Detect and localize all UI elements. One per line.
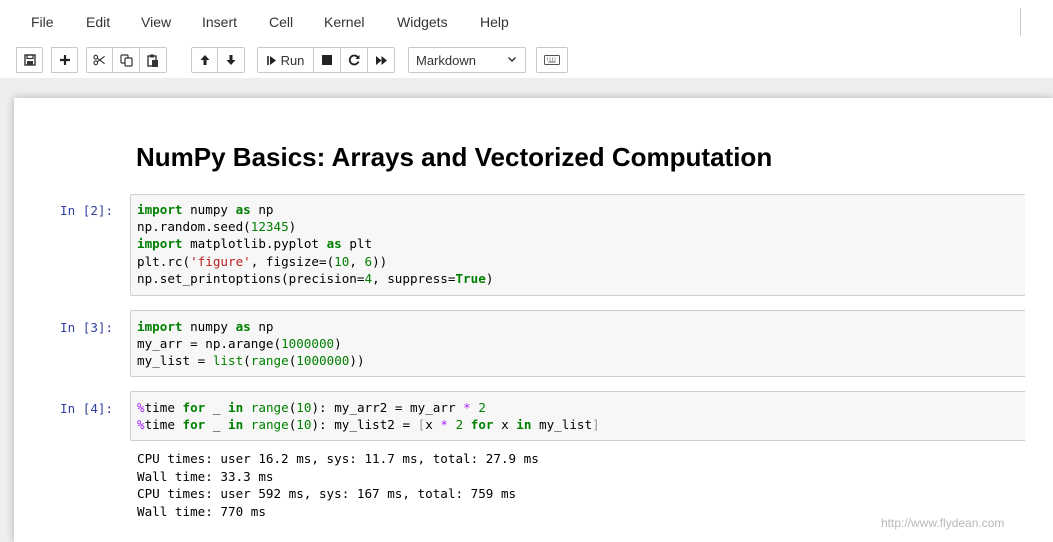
copy-button[interactable] <box>113 47 140 73</box>
menu-widgets[interactable]: Widgets <box>397 14 448 30</box>
markdown-heading[interactable]: NumPy Basics: Arrays and Vectorized Comp… <box>136 142 772 173</box>
run-button[interactable]: Run <box>257 47 314 73</box>
command-palette-button[interactable] <box>536 47 568 73</box>
stop-icon <box>322 55 332 65</box>
toolbar-group-save <box>16 47 43 73</box>
save-icon <box>23 54 36 66</box>
code-line: import matplotlib.pyplot as plt <box>137 236 373 252</box>
menu-bar: File Edit View Insert Cell Kernel Widget… <box>0 0 1053 44</box>
save-button[interactable] <box>16 47 43 73</box>
kernel-indicator <box>1020 8 1030 36</box>
output-line: CPU times: user 592 ms, sys: 167 ms, tot… <box>137 486 517 502</box>
watermark: http://www.flydean.com <box>881 516 1005 530</box>
plus-icon <box>59 55 70 65</box>
cell-prompt: In [4]: <box>60 401 114 416</box>
menu-edit[interactable]: Edit <box>86 14 110 30</box>
toolbar-group-run: Run <box>257 47 395 73</box>
menu-cell[interactable]: Cell <box>269 14 293 30</box>
code-line: import numpy as np <box>137 319 274 334</box>
cut-button[interactable] <box>86 47 113 73</box>
toolbar-group-move <box>191 47 245 73</box>
insert-cell-button[interactable] <box>51 47 78 73</box>
cell-output: CPU times: user 16.2 ms, sys: 11.7 ms, t… <box>137 450 539 520</box>
paste-button[interactable] <box>140 47 167 73</box>
move-down-button[interactable] <box>218 47 245 73</box>
code-cell-source: import numpy as np my_arr = np.arange(10… <box>137 318 365 370</box>
toolbar-group-edit <box>86 47 167 73</box>
keyboard-icon <box>544 55 560 65</box>
run-all-button[interactable] <box>368 47 395 73</box>
menu-kernel[interactable]: Kernel <box>324 14 364 30</box>
code-line: my_arr = np.arange(1000000) <box>137 336 342 352</box>
arrow-up-icon <box>200 55 209 65</box>
code-line: np.set_printoptions(precision=4, suppres… <box>137 270 494 286</box>
code-line: import numpy as np <box>137 202 274 217</box>
toolbar-group-insert <box>51 47 78 73</box>
menu-insert[interactable]: Insert <box>202 14 237 30</box>
output-line: CPU times: user 16.2 ms, sys: 11.7 ms, t… <box>137 451 539 466</box>
cell-type-value: Markdown <box>416 53 476 68</box>
copy-icon <box>119 53 133 67</box>
arrow-down-icon <box>226 55 236 65</box>
menu-file[interactable]: File <box>31 14 54 30</box>
chevron-down-icon <box>507 56 517 63</box>
code-line: plt.rc('figure', figsize=(10, 6)) <box>137 253 388 269</box>
cell-prompt: In [2]: <box>60 203 114 218</box>
code-cell-source: %time for _ in range(10): my_arr2 = my_a… <box>137 399 600 433</box>
code-line: my_list = list(range(1000000)) <box>137 353 365 369</box>
cell-prompt: In [3]: <box>60 320 114 335</box>
step-forward-icon <box>266 55 276 65</box>
run-button-label: Run <box>280 52 305 68</box>
code-cell-source: import numpy as np np.random.seed(12345)… <box>137 201 493 287</box>
restart-icon <box>348 54 360 66</box>
move-up-button[interactable] <box>191 47 218 73</box>
interrupt-button[interactable] <box>314 47 341 73</box>
restart-button[interactable] <box>341 47 368 73</box>
code-line: %time for _ in range(10): my_arr2 = my_a… <box>137 400 486 415</box>
paste-icon <box>147 54 158 67</box>
output-line: Wall time: 33.3 ms <box>137 468 274 484</box>
output-line: Wall time: 770 ms <box>137 503 266 519</box>
menu-view[interactable]: View <box>141 14 171 30</box>
cut-icon <box>93 54 105 66</box>
code-line: np.random.seed(12345) <box>137 219 297 235</box>
cell-type-select[interactable]: Markdown <box>408 47 526 73</box>
toolbar: Run Markdown <box>0 44 1053 78</box>
menu-help[interactable]: Help <box>480 14 509 30</box>
code-line: %time for _ in range(10): my_list2 = [x … <box>137 417 600 433</box>
fast-forward-icon <box>375 55 387 65</box>
